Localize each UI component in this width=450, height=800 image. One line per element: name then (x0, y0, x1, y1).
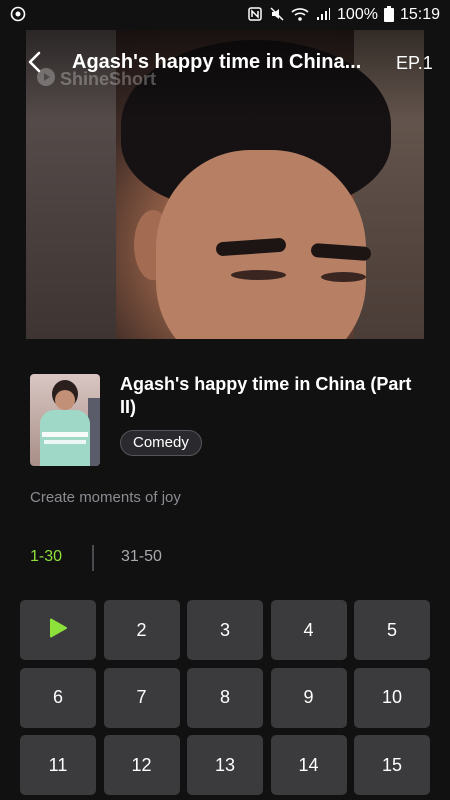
genre-tag[interactable]: Comedy (120, 430, 202, 456)
episode-cell[interactable]: 4 (270, 600, 347, 660)
video-frame-eye-right (321, 272, 366, 282)
status-bar: 100% 15:19 (0, 0, 450, 30)
episode-cell[interactable]: 9 (270, 667, 347, 728)
episode-cell[interactable]: 6 (20, 667, 96, 728)
episode-label[interactable]: EP.1 (396, 53, 433, 74)
episode-cell[interactable]: 12 (103, 735, 180, 795)
app-notification-icon (10, 6, 26, 25)
status-icons: 100% 15:19 (247, 5, 440, 25)
mute-icon (269, 6, 285, 25)
episode-cell[interactable]: 14 (270, 735, 347, 795)
battery-percent: 100% (337, 6, 378, 23)
episode-cell[interactable]: 13 (187, 735, 263, 795)
episode-cell[interactable]: 3 (187, 600, 263, 660)
range-tab-31-50[interactable]: 31-50 (121, 548, 162, 566)
thumbnail-face (55, 390, 75, 410)
thumbnail-shirt (40, 410, 90, 466)
episode-cell[interactable]: 2 (103, 600, 180, 660)
range-divider (92, 545, 94, 571)
episode-cell[interactable]: 11 (20, 735, 96, 795)
video-frame-eye-left (231, 270, 286, 280)
screen: 100% 15:19 ShineShort Agash's happy time… (0, 0, 450, 800)
wifi-icon (291, 6, 309, 25)
player-title: Agash's happy time in China... (72, 51, 362, 73)
episode-cell[interactable]: 10 (354, 667, 430, 728)
range-tab-1-30[interactable]: 1-30 (30, 548, 62, 566)
show-title: Agash's happy time in China (Part II) (120, 374, 412, 417)
nfc-icon (247, 6, 263, 25)
show-thumbnail (30, 374, 100, 466)
watermark-play-icon (36, 67, 56, 92)
episode-cell[interactable]: 7 (103, 667, 180, 728)
play-icon (47, 617, 69, 644)
episode-cell-1-playing[interactable] (20, 600, 96, 660)
signal-icon (315, 6, 331, 25)
battery-icon (383, 5, 394, 25)
episode-cell[interactable]: 15 (354, 735, 430, 795)
clock: 15:19 (399, 6, 440, 23)
episode-cell[interactable]: 8 (187, 667, 263, 728)
thumbnail-caption-line (44, 440, 86, 444)
episode-cell[interactable]: 5 (354, 600, 430, 660)
show-tagline: Create moments of joy (30, 489, 181, 506)
episode-grid: 2 3 4 5 6 7 8 9 10 11 12 13 14 15 (20, 600, 430, 795)
thumbnail-caption-line (42, 432, 88, 437)
